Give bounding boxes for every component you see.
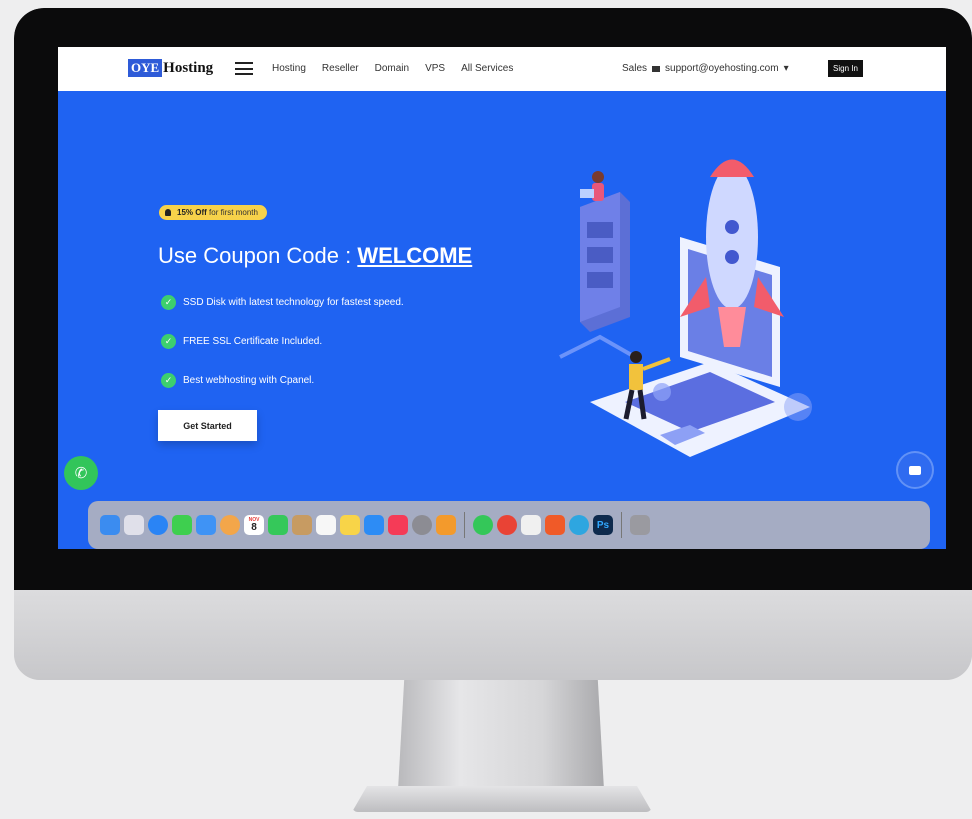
- contacts-icon[interactable]: [292, 515, 312, 535]
- hosting-illustration: [559, 159, 812, 457]
- feature-text: FREE SSL Certificate Included.: [183, 336, 323, 347]
- notes-icon[interactable]: [340, 515, 360, 535]
- feature-text: Best webhosting with Cpanel.: [183, 375, 315, 386]
- monitor-chin: [14, 590, 972, 680]
- facetime-icon[interactable]: [268, 515, 288, 535]
- textedit-icon[interactable]: [521, 515, 541, 535]
- logo[interactable]: OYE Hosting: [128, 59, 213, 77]
- nav-link-reseller[interactable]: Reseller: [322, 63, 359, 74]
- finder-icon[interactable]: [100, 515, 120, 535]
- chat-icon[interactable]: [898, 453, 932, 487]
- check-icon: ✓: [161, 373, 176, 388]
- nav-link-vps[interactable]: VPS: [425, 63, 445, 74]
- pages-icon[interactable]: [436, 515, 456, 535]
- nav-links: Hosting Reseller Domain VPS All Services: [272, 63, 513, 74]
- get-started-button[interactable]: Get Started: [158, 410, 257, 441]
- menu-icon[interactable]: [235, 62, 253, 75]
- reminders-icon[interactable]: [316, 515, 336, 535]
- nav-link-all-services[interactable]: All Services: [461, 63, 513, 74]
- contact-area: Sales support@oyehosting.com ▾: [622, 63, 789, 74]
- coupon-code: WELCOME: [357, 243, 473, 268]
- launchpad-icon[interactable]: [124, 515, 144, 535]
- nav-link-domain[interactable]: Domain: [375, 63, 409, 74]
- monitor-stand-base: [352, 786, 652, 812]
- support-email-link[interactable]: support@oyehosting.com: [665, 63, 779, 74]
- headline-prefix: Use Coupon Code :: [158, 243, 358, 268]
- app-store-icon[interactable]: [364, 515, 384, 535]
- feature-item: ✓ Best webhosting with Cpanel.: [161, 373, 314, 388]
- woman-figure-icon: [580, 171, 604, 201]
- messages-icon[interactable]: [172, 515, 192, 535]
- logo-badge: OYE: [128, 59, 163, 77]
- logo-text: Hosting: [163, 59, 214, 76]
- promo-badge: 15% Off for first month: [159, 205, 267, 220]
- photos-icon[interactable]: [220, 515, 240, 535]
- mail-icon[interactable]: [196, 515, 216, 535]
- trash-icon[interactable]: [630, 515, 650, 535]
- feature-item: ✓ SSD Disk with latest technology for fa…: [161, 295, 404, 310]
- check-icon: ✓: [161, 295, 176, 310]
- nav-link-hosting[interactable]: Hosting: [272, 63, 306, 74]
- mail-icon: [652, 65, 661, 72]
- dock-separator: [621, 512, 622, 538]
- hero-headline: Use Coupon Code : WELCOME: [158, 243, 472, 269]
- chrome-icon[interactable]: [497, 515, 517, 535]
- sales-link[interactable]: Sales: [622, 63, 647, 74]
- calendar-day: 8: [251, 521, 257, 533]
- whatsapp-icon[interactable]: [473, 515, 493, 535]
- settings-icon[interactable]: [412, 515, 432, 535]
- brave-icon[interactable]: [545, 515, 565, 535]
- promo-text: for first month: [209, 208, 258, 217]
- music-icon[interactable]: [388, 515, 408, 535]
- feature-text: SSD Disk with latest technology for fast…: [183, 297, 404, 308]
- telegram-icon[interactable]: [569, 515, 589, 535]
- check-icon: ✓: [161, 334, 176, 349]
- monitor-stand: [398, 680, 604, 790]
- promo-discount: 15% Off: [177, 208, 207, 217]
- website-screen: OYE Hosting Hosting Reseller Domain VPS …: [58, 47, 946, 549]
- chevron-down-icon[interactable]: ▾: [784, 63, 789, 74]
- photoshop-icon[interactable]: Ps: [593, 515, 613, 535]
- safari-icon[interactable]: [148, 515, 168, 535]
- dock-separator: [464, 512, 465, 538]
- feature-item: ✓ FREE SSL Certificate Included.: [161, 334, 322, 349]
- calendar-icon[interactable]: NOV 8: [244, 515, 264, 535]
- sign-in-button[interactable]: Sign In: [828, 60, 863, 77]
- server-rack-icon: [580, 192, 630, 332]
- bell-icon: [165, 209, 171, 216]
- navbar: OYE Hosting Hosting Reseller Domain VPS …: [58, 47, 946, 91]
- macos-dock: NOV 8 Ps: [88, 501, 930, 549]
- whatsapp-icon[interactable]: ✆: [64, 456, 98, 490]
